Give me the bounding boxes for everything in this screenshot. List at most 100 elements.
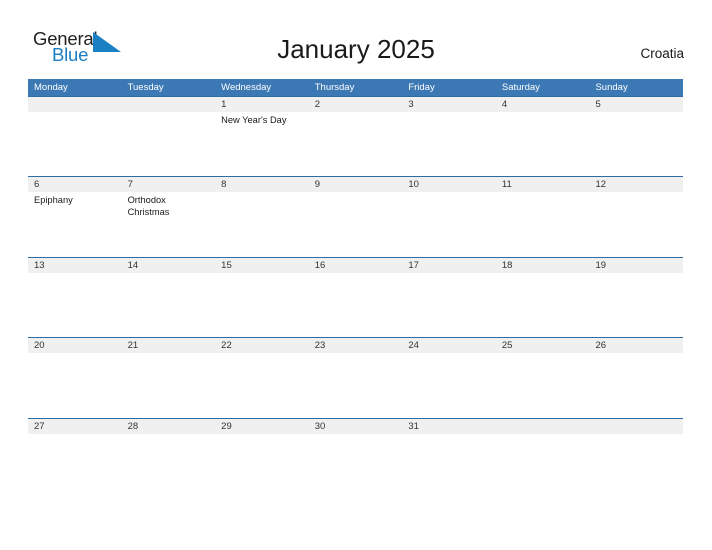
day-number[interactable]: 6 — [28, 177, 122, 192]
week-row: 1 2 3 4 5 New Year's Day — [28, 96, 683, 176]
day-cell[interactable] — [496, 192, 590, 256]
day-cell[interactable] — [122, 434, 216, 498]
day-number[interactable] — [496, 419, 590, 434]
day-number[interactable]: 17 — [402, 258, 496, 273]
day-cell[interactable] — [402, 353, 496, 417]
day-cell[interactable] — [122, 112, 216, 176]
day-number[interactable]: 30 — [309, 419, 403, 434]
week-event-band — [28, 353, 683, 418]
country-label: Croatia — [640, 46, 684, 61]
day-cell[interactable] — [589, 353, 683, 417]
day-number[interactable] — [28, 97, 122, 112]
calendar-grid: Monday Tuesday Wednesday Thursday Friday… — [28, 79, 683, 498]
day-number[interactable]: 12 — [589, 177, 683, 192]
day-event-label: New Year's Day — [221, 115, 287, 125]
day-number[interactable]: 8 — [215, 177, 309, 192]
week-event-band: Epiphany Orthodox Christmas — [28, 192, 683, 257]
week-event-band — [28, 272, 683, 337]
weekday-header-sunday: Sunday — [595, 82, 628, 93]
day-cell[interactable] — [28, 112, 122, 176]
day-number[interactable]: 21 — [122, 338, 216, 353]
day-cell[interactable]: New Year's Day — [215, 112, 309, 176]
day-number[interactable]: 14 — [122, 258, 216, 273]
weekday-header-wednesday: Wednesday — [221, 82, 272, 93]
week-number-band: 6 7 8 9 10 11 12 — [28, 177, 683, 193]
day-number[interactable]: 18 — [496, 258, 590, 273]
weekday-header-tuesday: Tuesday — [127, 82, 164, 93]
day-number[interactable]: 31 — [402, 419, 496, 434]
day-number[interactable]: 24 — [402, 338, 496, 353]
day-cell[interactable] — [122, 273, 216, 337]
day-number[interactable] — [122, 97, 216, 112]
day-cell[interactable] — [28, 273, 122, 337]
day-number[interactable]: 29 — [215, 419, 309, 434]
day-cell[interactable] — [402, 434, 496, 498]
day-cell[interactable] — [402, 112, 496, 176]
day-cell[interactable] — [215, 434, 309, 498]
day-number[interactable]: 5 — [589, 97, 683, 112]
day-number[interactable]: 10 — [402, 177, 496, 192]
week-row: 13 14 15 16 17 18 19 — [28, 256, 683, 337]
day-number[interactable]: 2 — [309, 97, 403, 112]
weekday-header-thursday: Thursday — [314, 82, 355, 93]
day-number[interactable]: 9 — [309, 177, 403, 192]
day-number[interactable] — [589, 419, 683, 434]
day-cell[interactable] — [589, 112, 683, 176]
day-cell[interactable] — [215, 353, 309, 417]
day-cell[interactable] — [28, 434, 122, 498]
weekday-header-saturday: Saturday — [501, 82, 540, 93]
weekday-header-row: Monday Tuesday Wednesday Thursday Friday… — [28, 79, 683, 96]
day-cell[interactable] — [496, 434, 590, 498]
day-number[interactable]: 11 — [496, 177, 590, 192]
week-row: 6 7 8 9 10 11 12 Epiphany Orthodox Chris… — [28, 176, 683, 257]
week-number-band: 1 2 3 4 5 — [28, 97, 683, 112]
day-cell[interactable]: Epiphany — [28, 192, 122, 256]
day-number[interactable]: 28 — [122, 419, 216, 434]
week-number-band: 13 14 15 16 17 18 19 — [28, 257, 683, 273]
day-number[interactable]: 1 — [215, 97, 309, 112]
page-title: January 2025 — [277, 34, 435, 64]
week-row: 27 28 29 30 31 — [28, 417, 683, 498]
day-cell[interactable] — [589, 192, 683, 256]
day-cell[interactable] — [496, 353, 590, 417]
day-number[interactable]: 13 — [28, 258, 122, 273]
day-number[interactable]: 7 — [122, 177, 216, 192]
week-event-band: New Year's Day — [28, 112, 683, 176]
day-cell[interactable]: Orthodox Christmas — [122, 192, 216, 256]
day-cell[interactable] — [402, 273, 496, 337]
day-cell[interactable] — [309, 353, 403, 417]
day-cell[interactable] — [215, 192, 309, 256]
day-cell[interactable] — [589, 273, 683, 337]
day-cell[interactable] — [589, 434, 683, 498]
day-cell[interactable] — [496, 273, 590, 337]
calendar-page: General Blue January 2025 Croatia Monday… — [0, 0, 712, 550]
week-number-band: 27 28 29 30 31 — [28, 418, 683, 434]
week-number-band: 20 21 22 23 24 25 26 — [28, 338, 683, 354]
day-number[interactable]: 25 — [496, 338, 590, 353]
day-number[interactable]: 26 — [589, 338, 683, 353]
weekday-header-friday: Friday — [408, 82, 435, 93]
day-number[interactable]: 4 — [496, 97, 590, 112]
day-number[interactable]: 22 — [215, 338, 309, 353]
day-number[interactable]: 23 — [309, 338, 403, 353]
day-number[interactable]: 3 — [402, 97, 496, 112]
day-cell[interactable] — [309, 434, 403, 498]
day-cell[interactable] — [309, 112, 403, 176]
day-number[interactable]: 15 — [215, 258, 309, 273]
day-number[interactable]: 19 — [589, 258, 683, 273]
day-cell[interactable] — [402, 192, 496, 256]
week-row: 20 21 22 23 24 25 26 — [28, 337, 683, 418]
day-number[interactable]: 27 — [28, 419, 122, 434]
day-number[interactable]: 16 — [309, 258, 403, 273]
weekday-header-monday: Monday — [34, 82, 68, 93]
day-cell[interactable] — [309, 192, 403, 256]
day-event-label: Epiphany — [34, 195, 73, 206]
day-cell[interactable] — [215, 273, 309, 337]
day-cell[interactable] — [28, 353, 122, 417]
day-cell[interactable] — [309, 273, 403, 337]
day-cell[interactable] — [122, 353, 216, 417]
day-event-label: Orthodox Christmas — [127, 195, 170, 217]
day-number[interactable]: 20 — [28, 338, 122, 353]
day-cell[interactable] — [496, 112, 590, 176]
week-event-band — [28, 433, 683, 498]
